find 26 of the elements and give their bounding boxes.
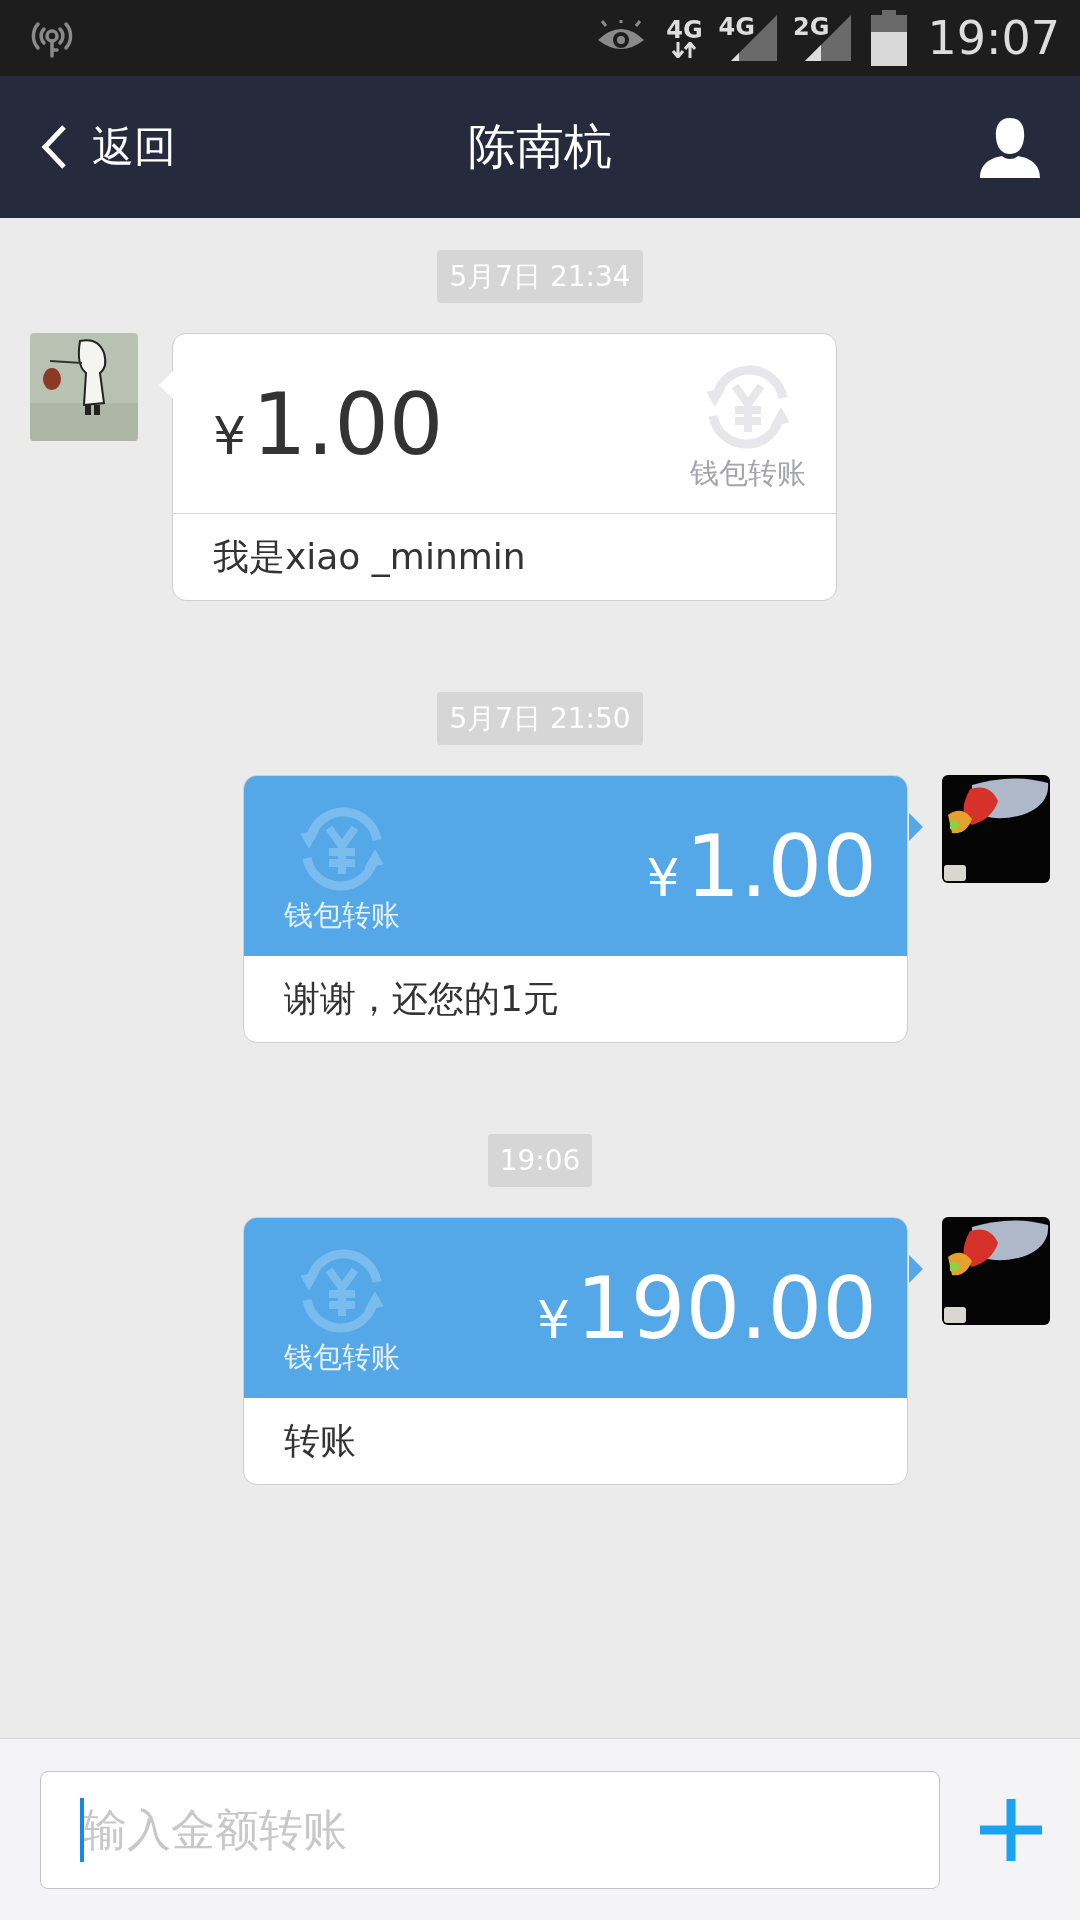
wallet-transfer-label: 钱包转账 — [690, 454, 806, 492]
transfer-note: 转账 — [283, 1419, 357, 1463]
back-button[interactable]: 返回 — [40, 119, 176, 175]
transfer-icon — [299, 806, 385, 892]
transfer-note: 谢谢，还您的1元 — [283, 977, 560, 1021]
transfer-bubble[interactable]: ¥1.00 钱包转账 我是xiao _minmin — [172, 333, 837, 601]
wallet-transfer-label: 钱包转账 — [284, 1339, 400, 1376]
chat-title: 陈南杭 — [468, 117, 612, 176]
network-label: 4G — [718, 15, 755, 39]
amount: ¥1.00 — [646, 823, 877, 909]
profile-icon[interactable] — [980, 116, 1040, 178]
wallet-transfer-label: 钱包转账 — [284, 897, 400, 934]
network-label: 4G — [666, 18, 703, 42]
amount: ¥1.00 — [213, 380, 444, 467]
plus-icon[interactable] — [980, 1798, 1042, 1861]
data-arrows-icon — [671, 42, 698, 58]
network-label: 2G — [793, 15, 830, 39]
battery-icon — [871, 10, 908, 66]
transfer-bubble[interactable]: 钱包转账 ¥190.00 转账 — [243, 1217, 908, 1485]
transfer-icon — [705, 363, 791, 450]
clock: 19:07 — [927, 11, 1060, 65]
chevron-left-icon — [40, 124, 68, 170]
amount: ¥190.00 — [537, 1265, 877, 1351]
transfer-icon — [299, 1248, 385, 1334]
transfer-bubble[interactable]: 钱包转账 ¥1.00 谢谢，还您的1元 — [243, 775, 908, 1043]
transfer-note: 我是xiao _minmin — [212, 535, 527, 579]
